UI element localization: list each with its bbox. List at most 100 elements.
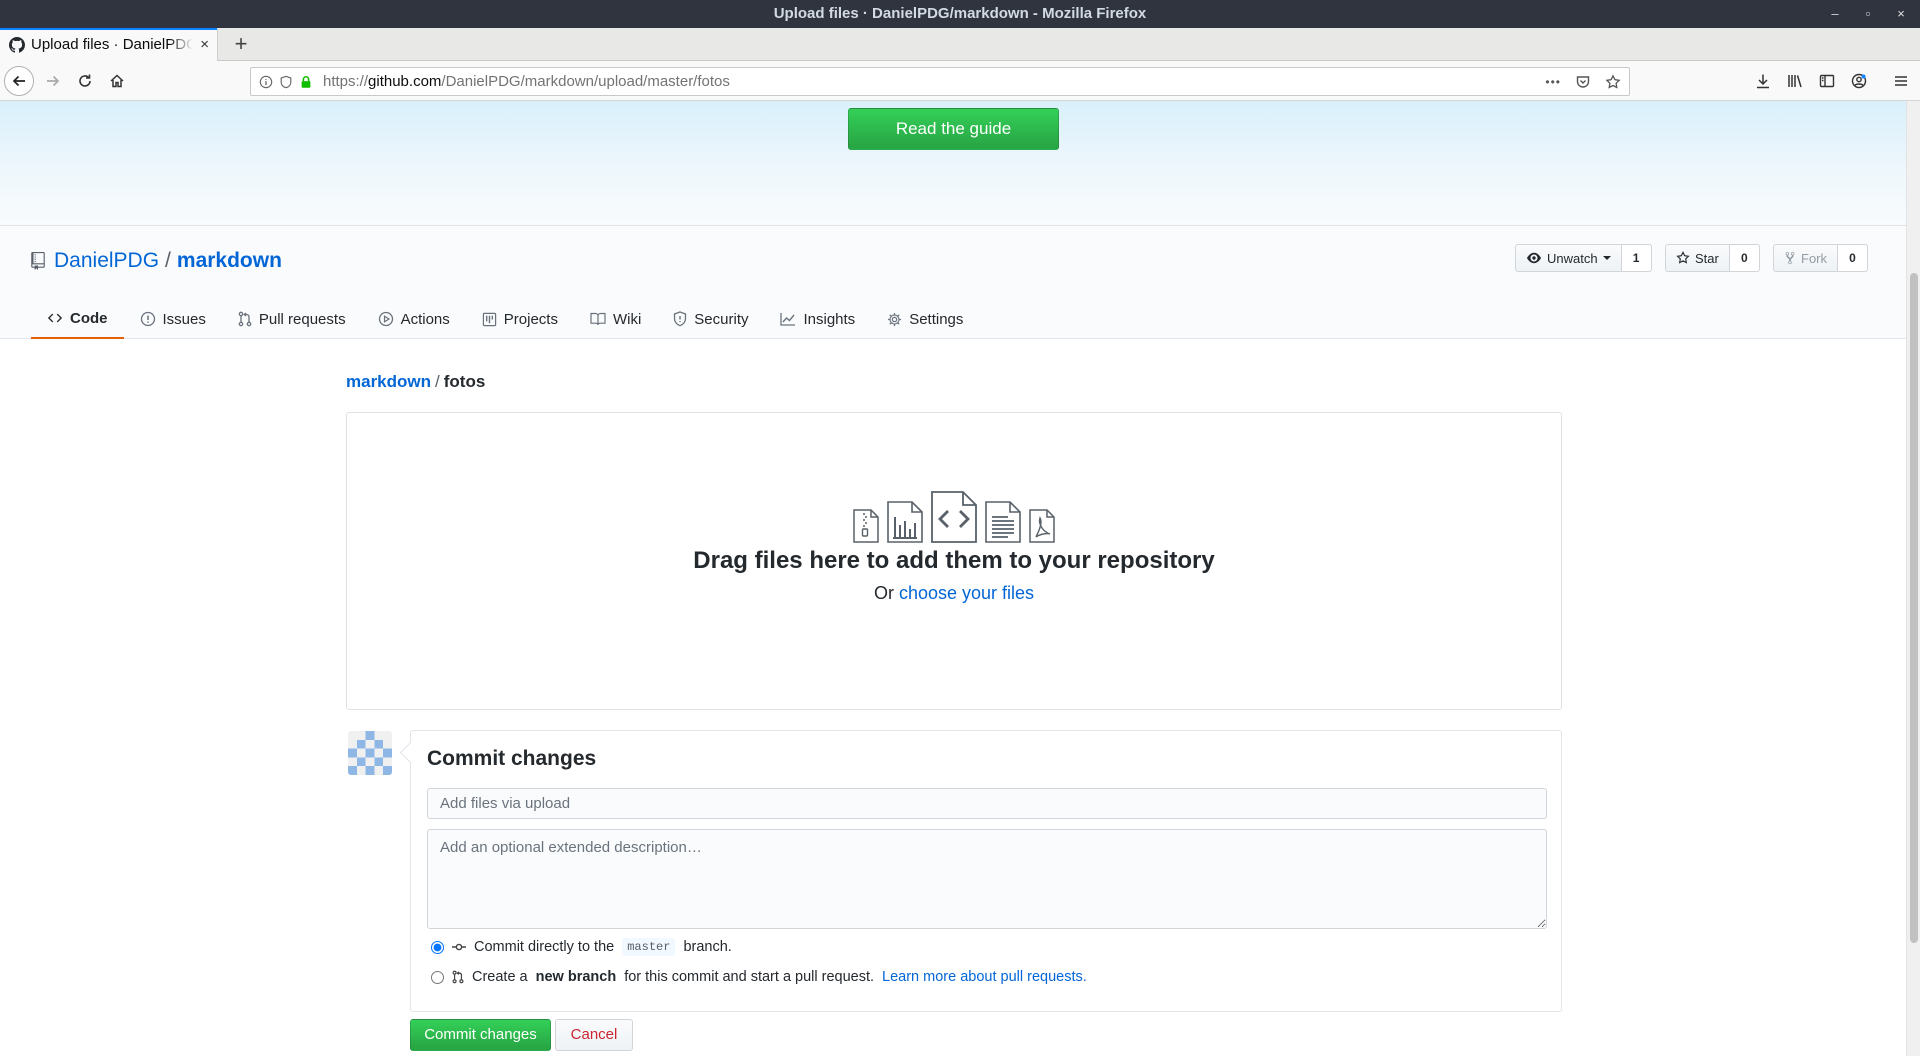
- page-viewport: Read the guide DanielPDG / markdown Unwa…: [0, 101, 1906, 1056]
- commit-changes-button[interactable]: Commit changes: [410, 1019, 551, 1051]
- file-zip-icon: [853, 509, 879, 543]
- file-drop-zone[interactable]: Drag files here to add them to your repo…: [346, 412, 1562, 710]
- library-button[interactable]: [1780, 66, 1810, 96]
- branch-name-badge: master: [622, 938, 676, 956]
- learn-more-pull-requests-link[interactable]: Learn more about pull requests.: [882, 969, 1087, 985]
- commit-new-branch-radio[interactable]: [431, 970, 444, 984]
- scrollbar-thumb[interactable]: [1910, 273, 1918, 943]
- forward-button[interactable]: [38, 66, 68, 96]
- tab-code-label: Code: [70, 309, 108, 327]
- commit-direct-suffix: branch.: [683, 939, 732, 955]
- tab-issues[interactable]: Issues: [124, 299, 222, 339]
- downloads-button[interactable]: [1748, 66, 1778, 96]
- lock-icon[interactable]: [299, 75, 313, 89]
- breadcrumb: markdown / fotos: [346, 372, 485, 392]
- pull-request-icon: [238, 311, 252, 327]
- home-button[interactable]: [102, 66, 132, 96]
- file-chart-icon: [887, 501, 923, 543]
- bookmark-star-icon[interactable]: [1605, 73, 1621, 90]
- tab-security[interactable]: Security: [657, 299, 764, 339]
- star-button[interactable]: Star: [1665, 244, 1730, 272]
- tab-actions[interactable]: Actions: [362, 299, 466, 339]
- file-type-icons: [347, 491, 1561, 543]
- tab-security-label: Security: [694, 310, 749, 328]
- new-tab-button[interactable]: +: [229, 28, 253, 61]
- tab-strip: Upload files · DanielPDG/markdown × +: [0, 28, 1920, 61]
- window-titlebar: Upload files · DanielPDG/markdown - Mozi…: [0, 0, 1920, 28]
- graph-icon: [780, 313, 796, 326]
- sidebar-icon: [1819, 74, 1835, 88]
- page-actions-icon[interactable]: •••: [1545, 75, 1561, 89]
- reload-button[interactable]: [70, 66, 100, 96]
- window-title: Upload files · DanielPDG/markdown - Mozi…: [773, 5, 1147, 22]
- commit-direct-radio[interactable]: [431, 940, 444, 954]
- page-scrollbar[interactable]: [1906, 101, 1920, 1056]
- unwatch-button[interactable]: Unwatch: [1515, 244, 1622, 272]
- star-count[interactable]: 0: [1729, 244, 1760, 272]
- tab-code[interactable]: Code: [31, 299, 124, 339]
- tab-wiki[interactable]: Wiki: [574, 299, 657, 339]
- commit-direct-prefix: Commit directly to the: [474, 939, 615, 955]
- repo-owner-link[interactable]: DanielPDG: [54, 249, 159, 273]
- commit-new-branch-option[interactable]: Create a new branch for this commit and …: [431, 966, 1087, 988]
- commit-description-textarea[interactable]: [427, 829, 1547, 929]
- shield-icon: [674, 311, 687, 327]
- url-text[interactable]: https://github.com/DanielPDG/markdown/up…: [323, 68, 730, 95]
- project-icon: [482, 312, 496, 326]
- breadcrumb-root-link[interactable]: markdown: [346, 372, 431, 391]
- repo-title-separator: /: [165, 249, 171, 272]
- tab-insights-label: Insights: [803, 310, 856, 328]
- account-button[interactable]: [1844, 66, 1874, 96]
- sidebar-button[interactable]: [1812, 66, 1842, 96]
- file-text-icon: [985, 501, 1021, 543]
- welcome-banner: Read the guide: [0, 101, 1906, 226]
- commit-summary-input[interactable]: [427, 788, 1547, 819]
- commit-form-title: Commit changes: [427, 747, 597, 770]
- star-icon: [1676, 251, 1690, 264]
- menu-button[interactable]: [1886, 66, 1916, 96]
- minimize-button[interactable]: –: [1820, 0, 1850, 28]
- url-bar[interactable]: https://github.com/DanielPDG/markdown/up…: [250, 67, 1630, 96]
- fork-count[interactable]: 0: [1838, 244, 1868, 272]
- back-button[interactable]: [4, 66, 34, 96]
- code-icon: [47, 313, 63, 323]
- fork-icon: [1785, 251, 1795, 265]
- account-icon: [1851, 73, 1867, 89]
- repo-name-link[interactable]: markdown: [177, 249, 282, 273]
- library-icon: [1788, 75, 1802, 88]
- pocket-icon[interactable]: [1575, 74, 1591, 90]
- drop-zone-subtitle: Or choose your files: [347, 583, 1561, 604]
- reload-icon: [79, 74, 91, 87]
- tab-projects[interactable]: Projects: [466, 299, 574, 339]
- tracking-protection-icon[interactable]: [279, 75, 293, 89]
- choose-files-link[interactable]: choose your files: [899, 583, 1034, 603]
- fork-button[interactable]: Fork: [1773, 244, 1838, 272]
- commit-direct-option[interactable]: Commit directly to the master branch.: [431, 936, 732, 958]
- maximize-button[interactable]: ▫: [1853, 0, 1883, 28]
- fork-group: Fork 0: [1773, 244, 1868, 272]
- tab-pull-requests[interactable]: Pull requests: [222, 299, 362, 339]
- hamburger-menu-icon: [1895, 76, 1907, 86]
- new-branch-bold: new branch: [535, 969, 617, 985]
- watch-group: Unwatch 1: [1515, 244, 1652, 272]
- tab-insights[interactable]: Insights: [764, 299, 871, 339]
- breadcrumb-separator: /: [435, 372, 440, 391]
- browser-tab-active[interactable]: Upload files · DanielPDG/markdown ×: [0, 28, 218, 61]
- issue-icon: [140, 311, 155, 327]
- close-window-button[interactable]: ×: [1886, 0, 1916, 28]
- cancel-button[interactable]: Cancel: [555, 1019, 633, 1051]
- home-icon: [110, 74, 124, 88]
- tab-settings[interactable]: Settings: [871, 299, 979, 339]
- identicon-icon: [348, 731, 392, 775]
- tab-actions-label: Actions: [400, 310, 450, 328]
- new-branch-suffix: for this commit and start a pull request…: [624, 969, 875, 985]
- breadcrumb-current: fotos: [443, 372, 486, 391]
- star-group: Star 0: [1665, 244, 1760, 272]
- close-tab-button[interactable]: ×: [200, 28, 209, 61]
- read-guide-button[interactable]: Read the guide: [848, 108, 1059, 150]
- repo-header: DanielPDG / markdown Unwatch 1 Star 0 Fo…: [0, 226, 1906, 339]
- or-text: Or: [873, 583, 894, 603]
- watch-count[interactable]: 1: [1621, 244, 1652, 272]
- eye-icon: [1527, 252, 1541, 264]
- info-icon[interactable]: [259, 75, 273, 89]
